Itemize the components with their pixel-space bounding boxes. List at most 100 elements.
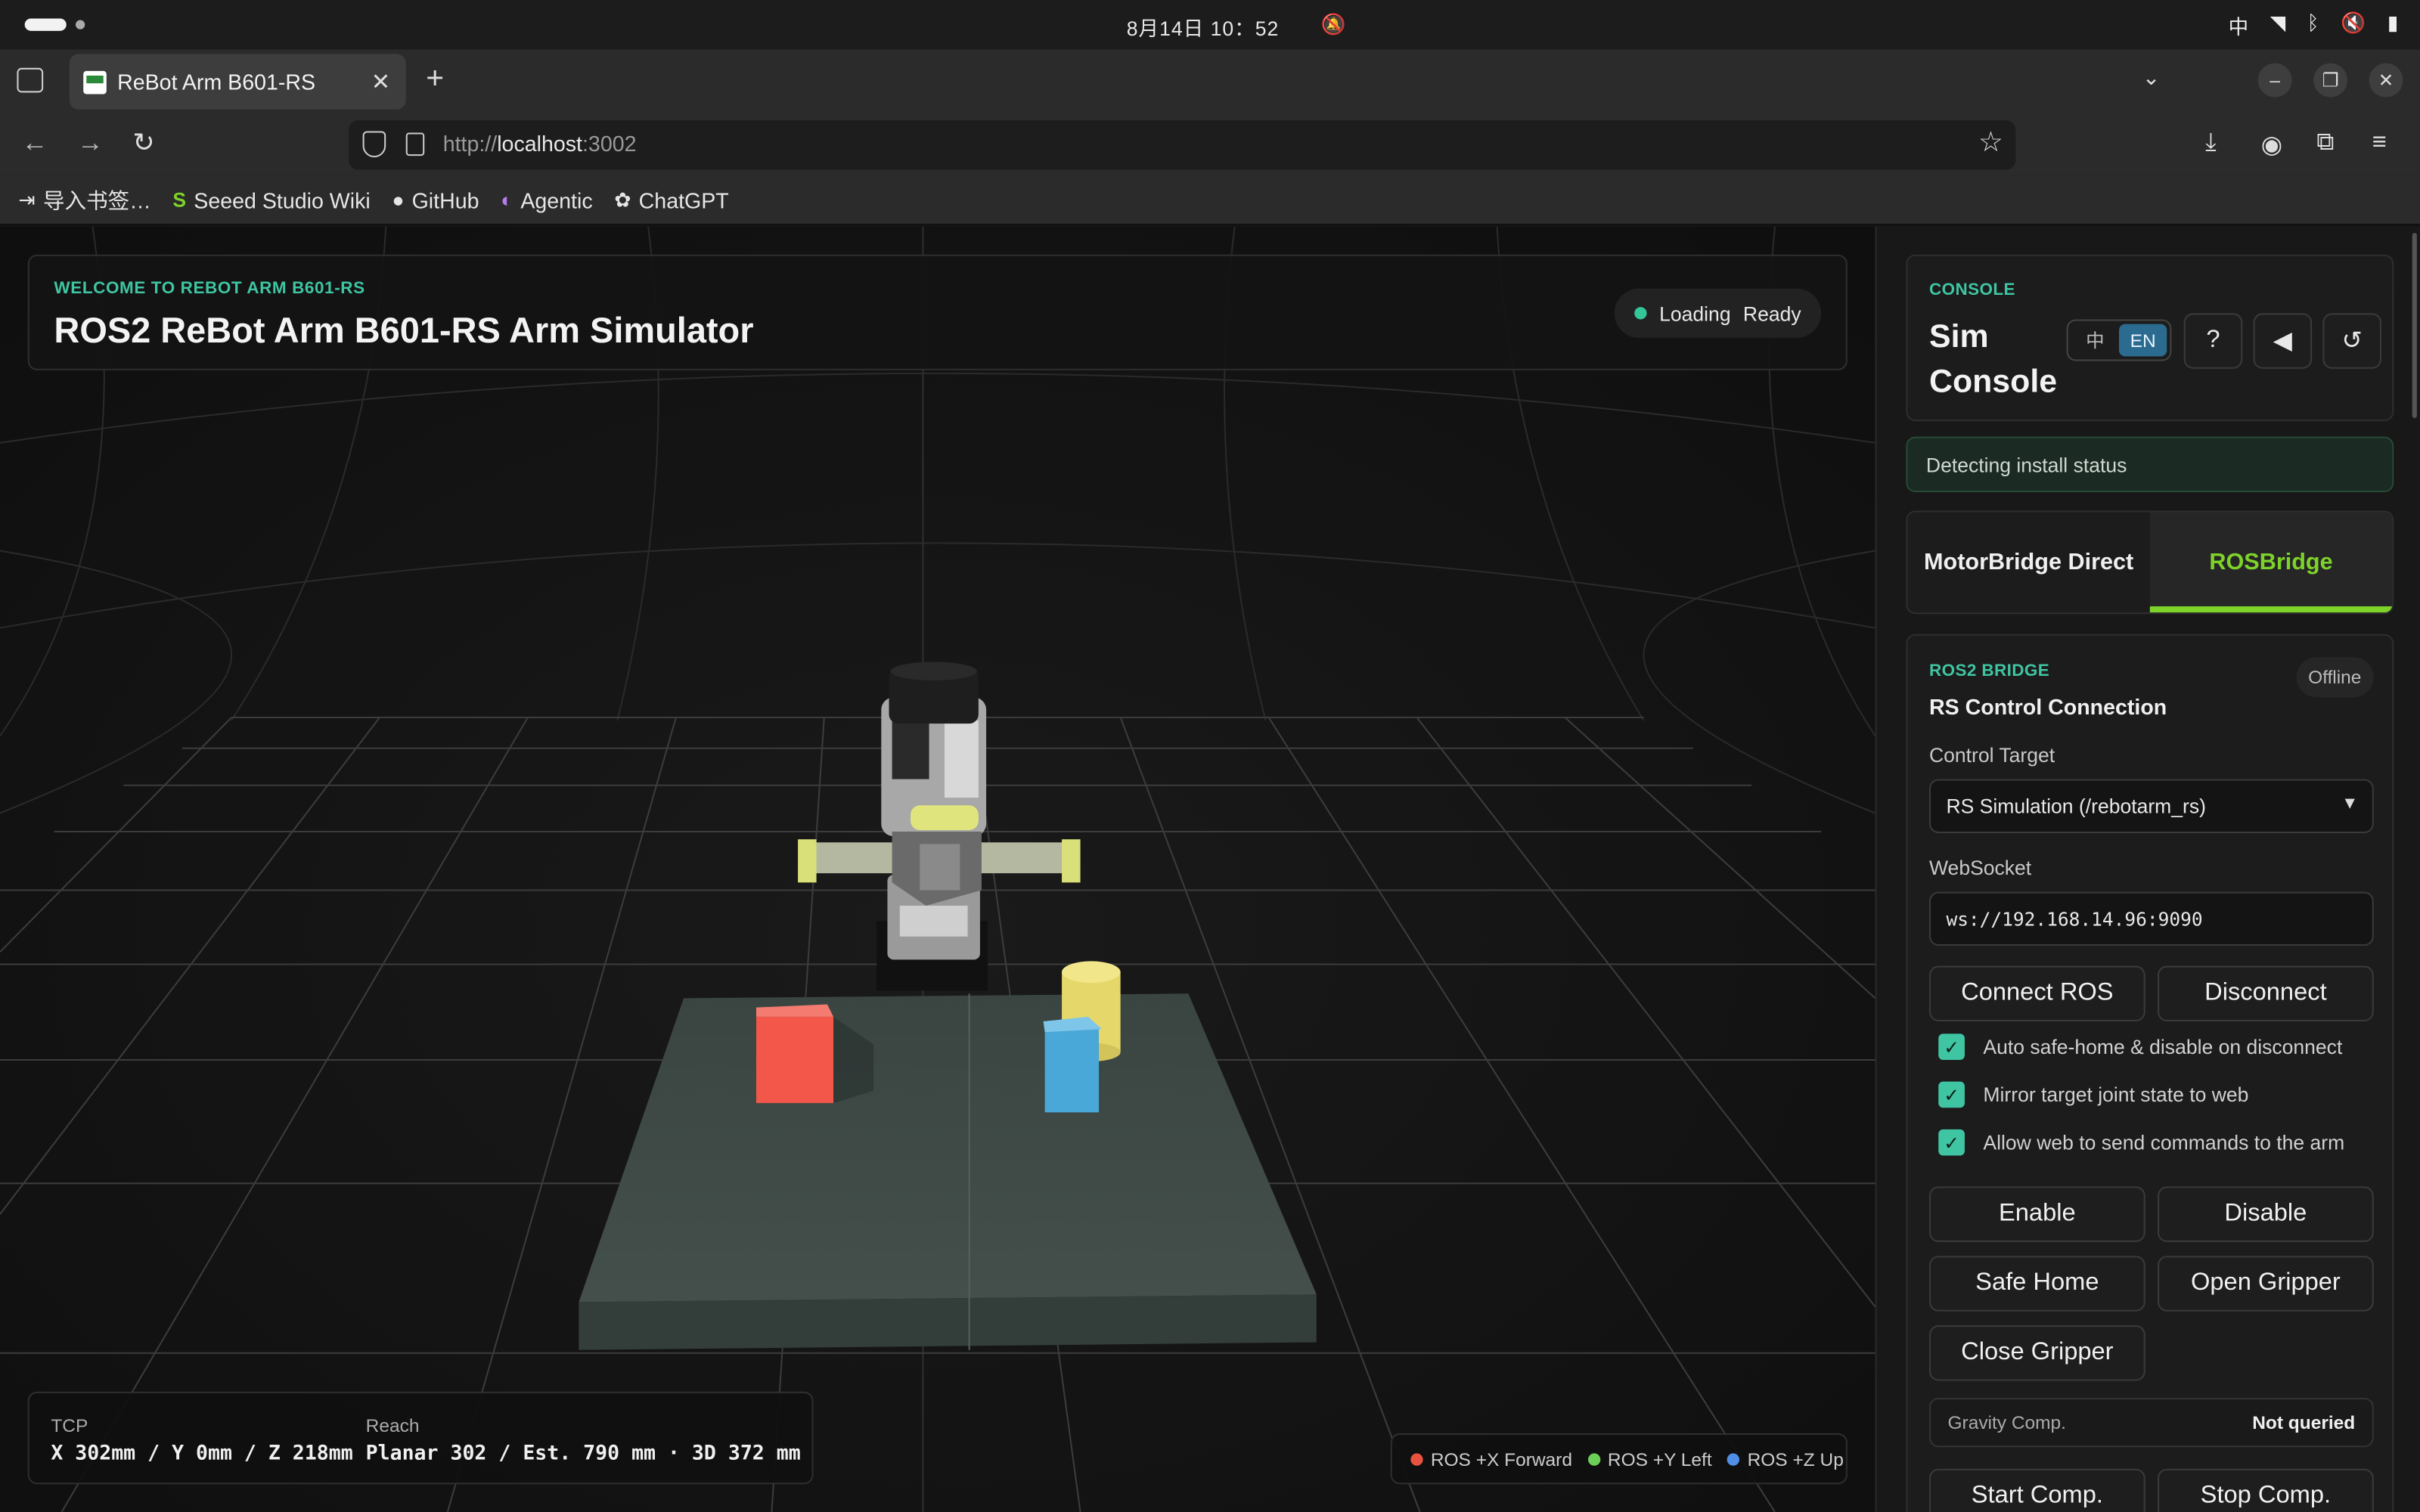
chevron-down-icon: ▼: [2341, 795, 2359, 813]
control-target-label: Control Target: [1929, 743, 2055, 767]
gravity-comp-label: Gravity Comp.: [1947, 1411, 2066, 1433]
tcp-label: TCP: [51, 1414, 88, 1436]
activities-indicator[interactable]: [24, 18, 67, 31]
tab-list-chevron-icon[interactable]: ⌄: [2142, 65, 2161, 91]
axis-x-swatch: [1410, 1452, 1423, 1465]
tab-title: ReBot Arm B601-RS: [117, 69, 316, 94]
mirror-joint-state-checkbox[interactable]: ✓ Mirror target joint state to web: [1938, 1081, 2248, 1108]
ros-card-title: RS Control Connection: [1929, 694, 2167, 720]
site-favicon-icon: [83, 70, 107, 94]
browser-tab-strip: ReBot Arm B601-RS ✕: [0, 49, 2420, 115]
close-gripper-button[interactable]: Close Gripper: [1929, 1325, 2145, 1381]
url-text[interactable]: http://localhost:3002: [443, 131, 637, 156]
reach-value: Planar 302 / Est. 790 mm · 3D 372 mm: [365, 1442, 801, 1466]
simulator-viewport[interactable]: WELCOME TO REBOT ARM B601-RS ROS2 ReBot …: [0, 226, 1876, 1512]
gravity-comp-value: Not queried: [2252, 1411, 2356, 1433]
forward-icon[interactable]: →: [77, 128, 104, 159]
ros-kicker: ROS2 BRIDGE: [1929, 662, 2050, 680]
chatgpt-icon: ✿: [614, 187, 631, 211]
browser-tab-active[interactable]: ReBot Arm B601-RS ✕: [69, 54, 406, 110]
websocket-label: WebSocket: [1929, 856, 2032, 880]
reload-icon[interactable]: ↻: [133, 128, 155, 159]
close-tab-icon[interactable]: ✕: [371, 68, 391, 96]
enable-button[interactable]: Enable: [1929, 1186, 2145, 1242]
language-toggle[interactable]: 中 EN: [2066, 319, 2172, 361]
axis-legend: ROS +X Forward ROS +Y Left ROS +Z Up: [1390, 1433, 1848, 1485]
axis-y-swatch: [1587, 1452, 1600, 1465]
downloads-icon[interactable]: ⤓: [2205, 129, 2216, 157]
import-icon: ⇥: [18, 187, 36, 211]
address-bar[interactable]: http://localhost:3002 ☆: [349, 120, 2016, 170]
auto-safe-home-checkbox[interactable]: ✓ Auto safe-home & disable on disconnect: [1938, 1033, 2342, 1061]
blue-cube[interactable]: [1043, 1016, 1103, 1113]
disable-button[interactable]: Disable: [2158, 1186, 2374, 1242]
status-ready-label: Ready: [1742, 301, 1801, 325]
menu-hamburger-icon[interactable]: ≡: [2372, 129, 2387, 157]
restore-window-icon[interactable]: ❐: [2313, 63, 2348, 98]
collapse-panel-button[interactable]: ◀: [2253, 313, 2313, 369]
3d-scene[interactable]: [0, 226, 1876, 1512]
workspace-dot: [75, 20, 85, 29]
control-target-select[interactable]: RS Simulation (/rebotarm_rs) ▼: [1929, 779, 2374, 834]
account-icon[interactable]: ◉: [2261, 129, 2283, 160]
start-comp-button[interactable]: Start Comp.: [1929, 1468, 2145, 1512]
open-gripper-button[interactable]: Open Gripper: [2158, 1256, 2374, 1312]
lang-zh-option[interactable]: 中: [2071, 324, 2119, 357]
websocket-url-input[interactable]: ws://192.168.14.96:9090: [1929, 891, 2374, 947]
console-title: Sim Console: [1929, 319, 2058, 400]
input-method-icon[interactable]: 中: [2229, 11, 2249, 40]
panel-scrollbar[interactable]: [2412, 233, 2417, 419]
back-icon[interactable]: ←: [22, 128, 48, 159]
connect-ros-button[interactable]: Connect ROS: [1929, 965, 2145, 1022]
bookmarks-bar: ⇥ 导入书签… S Seeed Studio Wiki ● GitHub ◐ Agent…: [0, 175, 2420, 225]
minimize-window-icon[interactable]: –: [2257, 63, 2292, 98]
browser-nav-bar: ← → ↻ http://localhost:3002 ☆: [0, 114, 2420, 176]
reset-button[interactable]: ↺: [2322, 313, 2381, 369]
bookmark-agentic[interactable]: ◐ Agentic: [501, 187, 593, 212]
github-icon: ●: [392, 187, 405, 212]
bookmark-import[interactable]: ⇥ 导入书签…: [18, 184, 150, 215]
lang-en-option[interactable]: EN: [2119, 324, 2167, 357]
tcp-value: X 302mm / Y 0mm / Z 218mm: [51, 1442, 353, 1466]
disconnect-button[interactable]: Disconnect: [2158, 965, 2374, 1022]
extensions-icon[interactable]: ⧉: [2316, 129, 2334, 157]
axis-z-legend: ROS +Z Up: [1727, 1448, 1844, 1470]
system-clock[interactable]: 8月14日 10：52: [1127, 12, 1279, 42]
allow-web-commands-checkbox[interactable]: ✓ Allow web to send commands to the arm: [1938, 1129, 2344, 1156]
loading-status-badge: Loading Ready: [1614, 288, 1822, 338]
close-window-icon[interactable]: ✕: [2369, 63, 2403, 98]
axis-y-legend: ROS +Y Left: [1587, 1448, 1712, 1470]
notifications-muted-icon: 🔕: [1320, 12, 1346, 36]
bookmark-seeed-wiki[interactable]: S Seeed Studio Wiki: [172, 187, 370, 212]
new-tab-icon[interactable]: +: [426, 62, 444, 98]
agentic-icon: ◐: [501, 187, 513, 212]
help-button[interactable]: ?: [2183, 313, 2243, 369]
tab-motorbridge-direct[interactable]: MotorBridge Direct: [1907, 513, 2149, 613]
axis-x-legend: ROS +X Forward: [1410, 1448, 1572, 1470]
tab-rosbridge[interactable]: ROSBridge: [2149, 512, 2393, 613]
bookmark-github[interactable]: ● GitHub: [392, 187, 479, 212]
reach-label: Reach: [365, 1414, 420, 1436]
gravity-comp-status: Gravity Comp. Not queried: [1929, 1397, 2374, 1448]
bookmark-star-icon[interactable]: ☆: [1978, 126, 2003, 159]
safe-home-button[interactable]: Safe Home: [1929, 1256, 2145, 1312]
checkbox-checked-icon[interactable]: ✓: [1938, 1081, 1965, 1108]
bookmark-chatgpt[interactable]: ✿ ChatGPT: [614, 187, 729, 212]
checkbox-checked-icon[interactable]: ✓: [1938, 1033, 1965, 1061]
tcp-readout: TCP X 302mm / Y 0mm / Z 218mm Reach Plan…: [27, 1391, 814, 1485]
ros-bridge-card: ROS2 BRIDGE RS Control Connection Offlin…: [1906, 634, 2394, 1512]
tab-overview-icon[interactable]: [17, 67, 44, 93]
wifi-icon: ◥: [2270, 11, 2286, 34]
connection-mode-tabs: MotorBridge Direct ROSBridge: [1906, 510, 2394, 615]
seeed-logo-icon: S: [172, 187, 187, 212]
tracking-protection-shield-icon[interactable]: [362, 131, 386, 158]
checkbox-checked-icon[interactable]: ✓: [1938, 1129, 1965, 1156]
control-target-value: RS Simulation (/rebotarm_rs): [1946, 795, 2206, 818]
page-info-icon[interactable]: [405, 132, 425, 156]
install-status-notice: Detecting install status: [1906, 436, 2394, 493]
stop-comp-button[interactable]: Stop Comp.: [2158, 1468, 2374, 1512]
system-tray[interactable]: 中 ◥ ᛒ 🔇 ▮: [2229, 11, 2399, 40]
header-kicker: WELCOME TO REBOT ARM B601-RS: [54, 279, 365, 298]
status-loading-label: Loading: [1659, 301, 1731, 325]
simulator-header: WELCOME TO REBOT ARM B601-RS ROS2 ReBot …: [27, 254, 1848, 370]
